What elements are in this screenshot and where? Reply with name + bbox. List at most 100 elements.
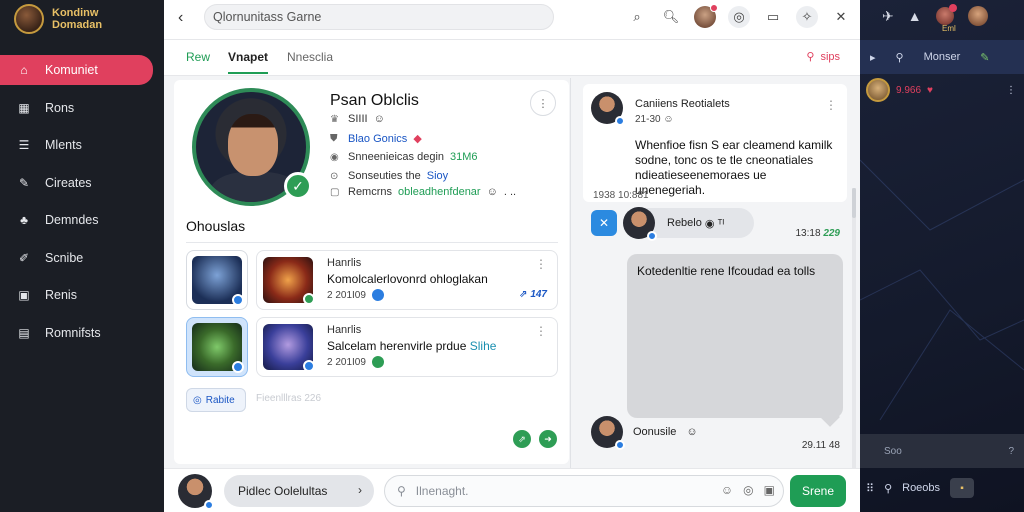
sidebar-item-komuniet[interactable]: ⌂ Komuniet: [0, 55, 153, 85]
left-icon[interactable]: ▸: [860, 51, 886, 64]
home-icon[interactable]: ▲: [908, 8, 922, 24]
doc-icon: ▢: [330, 186, 340, 198]
right-panel-bar: Soo ?: [860, 434, 1024, 468]
back-icon[interactable]: ‹: [178, 9, 183, 27]
home-icon: ⌂: [20, 63, 28, 77]
profile-line-5-value: obleadhenfdenar: [398, 186, 481, 198]
sidebar-item-romnifsts[interactable]: ▤ Romnifsts: [0, 318, 154, 348]
game-art: [192, 323, 244, 373]
sidebar-item-label: Demndes: [45, 213, 99, 227]
edit-icon: ✐: [18, 250, 30, 265]
tab-rew[interactable]: Rew: [186, 50, 210, 64]
tab-nnesclia[interactable]: Nnesclia: [287, 50, 333, 64]
more-icon[interactable]: ⋮: [535, 257, 547, 271]
more-icon[interactable]: ⋮: [535, 324, 547, 338]
search-icon[interactable]: ⚲: [886, 51, 914, 64]
close-icon[interactable]: ✕: [830, 6, 852, 28]
right-panel-item[interactable]: 9.966 ♥ ⋮: [866, 78, 1016, 102]
notification-avatar[interactable]: [694, 4, 718, 28]
status-icon: [371, 356, 384, 368]
attach-icon[interactable]: ▣: [764, 483, 775, 497]
search-icon: ⚲: [806, 51, 815, 63]
emoji-icon[interactable]: ☺: [721, 483, 733, 497]
profile-line-3: ◉ Snneenieicas degin 31M6: [330, 151, 478, 163]
rabite-chip[interactable]: ◎ Rabite: [186, 388, 246, 412]
grid-icon[interactable]: ⠿: [866, 482, 874, 495]
reply-pill[interactable]: Rebelo ◉ ᵀᴵ: [623, 207, 755, 241]
leaf-icon[interactable]: ✎: [970, 51, 999, 64]
message-input[interactable]: ⚲ Ilnenaght. ☺ ◎ ▣: [384, 475, 784, 507]
game-meta: 2 201I09: [327, 289, 384, 301]
gif-icon[interactable]: ◎: [743, 483, 753, 497]
right-panel-tabs: ▸ ⚲ Monser ✎: [860, 40, 1024, 74]
window-icon[interactable]: ▭: [762, 6, 784, 28]
message-time-b: 10:881: [618, 190, 649, 201]
sidebar-item-scnibe[interactable]: ✐ Scnibe: [0, 243, 154, 273]
chat-scrollbar[interactable]: [852, 188, 856, 488]
more-icon[interactable]: ⋮: [1006, 85, 1016, 96]
message-time-a: 1938: [593, 190, 619, 201]
profile-options-icon[interactable]: ⋮: [530, 90, 556, 116]
profile-line-4: ⊙ Sonseuties the Sioy: [330, 170, 448, 182]
search-icon[interactable]: ⚲: [884, 482, 892, 495]
user-avatar[interactable]: [967, 6, 988, 26]
user-avatar[interactable]: [178, 474, 214, 510]
message-time: 29.11 48: [802, 440, 840, 451]
profile-line-4-value: Sioy: [426, 170, 449, 182]
game-card[interactable]: Hanrlis Komolcalerlovonrd ohloglakan 2 2…: [256, 250, 558, 310]
tab-vnapet[interactable]: Vnapet: [228, 50, 269, 74]
profile-line-3-value: 31M6: [450, 151, 478, 163]
sidebar-item-rons[interactable]: ▦ Rons: [0, 93, 154, 123]
trophy-icon: ♛: [330, 113, 339, 125]
game-thumbnail[interactable]: [186, 250, 248, 310]
profile-line-5-tail: . ..: [503, 186, 517, 198]
channel-selector[interactable]: Pidlec Oolelultas ›: [224, 475, 374, 507]
rocket-icon[interactable]: ✈: [882, 8, 894, 25]
search-icon[interactable]: 🔍︎: [660, 6, 682, 28]
tab-tips[interactable]: ⚲ sips: [806, 50, 840, 64]
game-meta: 2 201I09: [327, 356, 384, 368]
right-panel-item-text: 9.966: [896, 84, 922, 96]
pin-icon[interactable]: ✕: [591, 210, 617, 236]
left-actions: ⇗ ➜: [513, 430, 557, 448]
notification-badge: [710, 4, 718, 12]
message-label: Oonusile: [633, 426, 677, 438]
verified-icon: [232, 361, 244, 373]
chip-label: Rabite: [205, 394, 235, 406]
game-card[interactable]: Hanrlis Salcelam herenvirle prdue Slihe …: [256, 317, 558, 377]
game-art: [263, 257, 315, 305]
right-panel-tab[interactable]: Monser: [914, 51, 971, 63]
brand[interactable]: Kondinw Domadan: [14, 4, 102, 34]
game-date: 2 201I09: [327, 356, 366, 368]
link-icon[interactable]: ⇗: [513, 430, 531, 448]
help-icon[interactable]: ?: [1008, 446, 1014, 457]
more-icon[interactable]: ⋮: [825, 98, 837, 112]
share-icon[interactable]: ➜: [539, 430, 557, 448]
send-button[interactable]: Srene: [790, 475, 846, 507]
sidebar-item-mlents[interactable]: ☰ Mlents: [0, 130, 154, 160]
tab-tips-label: sips: [820, 50, 840, 63]
game-thumbnail[interactable]: [186, 317, 248, 377]
box-icon[interactable]: ▪: [950, 478, 975, 498]
coin-icon[interactable]: ◎: [728, 6, 750, 28]
profile-line-5-text: Remcrns: [348, 186, 393, 198]
game-row[interactable]: Hanrlis Salcelam herenvirle prdue Slihe …: [186, 317, 558, 377]
search-field[interactable]: Qlornunitass Garne: [204, 4, 554, 30]
avatar[interactable]: [591, 416, 625, 450]
message-sub-text: 21-30: [635, 114, 661, 125]
sidebar-nav: ⌂ Komuniet ▦ Rons ☰ Mlents ✎ Cireates ♣ …: [0, 55, 164, 355]
emoji-icon: ☺: [486, 186, 498, 198]
sidebar-item-cireates[interactable]: ✎ Cireates: [0, 168, 154, 198]
game-row[interactable]: Hanrlis Komolcalerlovonrd ohloglakan 2 2…: [186, 250, 558, 310]
selector-label: Pidlec Oolelultas: [238, 484, 328, 498]
notification-avatar[interactable]: [935, 4, 957, 25]
gift-icon: ◆: [413, 133, 422, 145]
sparkle-icon[interactable]: ✧: [796, 6, 818, 28]
explore-icon[interactable]: ⌕: [626, 6, 648, 28]
profile-line-3-text: Snneenieicas degin: [348, 151, 445, 163]
sidebar-item-renis[interactable]: ▣ Renis: [0, 280, 154, 310]
tab-bar: Rew Vnapet Nnesclia ⚲ sips: [164, 40, 860, 76]
sidebar-item-demndes[interactable]: ♣ Demndes: [0, 205, 154, 235]
avatar[interactable]: [591, 92, 625, 126]
game-art: [192, 256, 244, 306]
